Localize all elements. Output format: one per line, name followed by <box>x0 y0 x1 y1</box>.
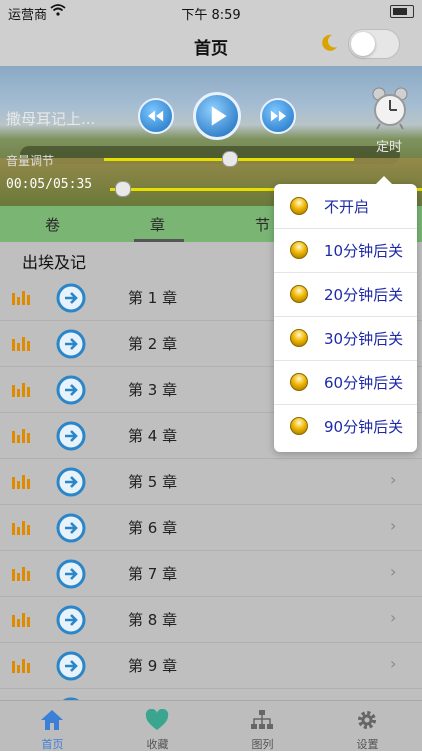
fast-forward-button[interactable] <box>260 98 296 134</box>
tab-chart[interactable]: 图列 <box>210 701 315 751</box>
chapter-label: 第 7 章 <box>128 565 178 583</box>
volume-slider-thumb[interactable] <box>222 151 238 167</box>
chapter-label: 第 9 章 <box>128 657 178 675</box>
timer-option-90min[interactable]: 90分钟后关 <box>274 404 417 448</box>
chevron-right-icon: › <box>390 562 397 581</box>
tab-chapter[interactable]: 章 <box>150 214 165 235</box>
timer-menu: 不开启 10分钟后关 20分钟后关 30分钟后关 60分钟后关 90分钟后关 <box>274 176 417 452</box>
alarm-clock-icon[interactable] <box>371 86 409 130</box>
audio-bars-icon <box>12 659 30 673</box>
timer-option-30min[interactable]: 30分钟后关 <box>274 316 417 361</box>
moon-icon <box>318 32 340 59</box>
audio-bars-icon <box>12 521 30 535</box>
home-icon <box>41 710 63 730</box>
chapter-label: 第 8 章 <box>128 611 178 629</box>
radio-dot-icon <box>290 285 308 303</box>
volume-label: 音量调节 <box>6 154 55 168</box>
audio-bars-icon <box>12 567 30 581</box>
arrow-right-circle-icon[interactable] <box>56 467 86 497</box>
timer-option-label: 90分钟后关 <box>324 418 404 436</box>
timer-option-60min[interactable]: 60分钟后关 <box>274 360 417 405</box>
chevron-right-icon: › <box>390 516 397 535</box>
list-item[interactable]: 第 6 章 › <box>0 504 422 551</box>
night-mode-toggle[interactable] <box>348 29 400 59</box>
list-item-partial[interactable] <box>0 688 422 700</box>
hierarchy-icon <box>251 710 273 729</box>
audio-bars-icon <box>12 613 30 627</box>
tab-volume[interactable]: 卷 <box>45 214 60 235</box>
radio-dot-icon <box>290 329 308 347</box>
tab-home[interactable]: 首页 <box>0 701 105 751</box>
chevron-right-icon: › <box>390 470 397 489</box>
timer-label[interactable]: 定时 <box>376 136 402 155</box>
tab-verse[interactable]: 节 <box>255 214 270 235</box>
arrow-right-circle-icon[interactable] <box>56 651 86 681</box>
arrow-right-circle-icon[interactable] <box>56 329 86 359</box>
chevron-right-icon: › <box>390 654 397 673</box>
book-title: 出埃及记 <box>22 253 87 272</box>
gear-icon <box>358 711 376 729</box>
arrow-right-circle-icon[interactable] <box>56 421 86 451</box>
timer-option-10min[interactable]: 10分钟后关 <box>274 228 417 273</box>
bottom-tab-bar: 首页 收藏 图列 设置 <box>0 700 422 751</box>
radio-dot-icon <box>290 373 308 391</box>
timer-option-label: 10分钟后关 <box>324 242 404 260</box>
chapter-label: 第 1 章 <box>128 289 178 307</box>
popover-arrow <box>376 176 392 184</box>
arrow-right-circle-icon[interactable] <box>56 283 86 313</box>
chevron-right-icon: › <box>390 608 397 627</box>
timer-option-label: 30分钟后关 <box>324 330 404 348</box>
heart-icon <box>145 709 169 730</box>
list-item[interactable]: 第 9 章 › <box>0 642 422 689</box>
timer-option-label: 20分钟后关 <box>324 286 404 304</box>
audio-bars-icon <box>12 291 30 305</box>
timer-option-20min[interactable]: 20分钟后关 <box>274 272 417 317</box>
timer-option-off[interactable]: 不开启 <box>274 184 417 229</box>
nav-bar: 首页 <box>0 24 422 66</box>
list-item[interactable]: 第 7 章 › <box>0 550 422 597</box>
audio-bars-icon <box>12 429 30 443</box>
timer-option-label: 不开启 <box>324 198 370 216</box>
track-title: 撒母耳记上... <box>6 110 96 128</box>
timer-option-label: 60分钟后关 <box>324 374 404 392</box>
audio-bars-icon <box>12 475 30 489</box>
toggle-knob <box>351 32 375 56</box>
list-item[interactable]: 第 8 章 › <box>0 596 422 643</box>
chapter-label: 第 2 章 <box>128 335 178 353</box>
progress-slider-thumb[interactable] <box>114 181 131 197</box>
chapter-label: 第 4 章 <box>128 427 178 445</box>
status-time: 下午 8:59 <box>181 8 241 23</box>
chapter-label: 第 5 章 <box>128 473 178 491</box>
arrow-right-circle-icon[interactable] <box>56 605 86 635</box>
tab-favorites[interactable]: 收藏 <box>105 701 210 751</box>
chapter-label: 第 6 章 <box>128 519 178 537</box>
tab-settings[interactable]: 设置 <box>315 701 420 751</box>
status-bar: 运营商 下午 8:59 <box>0 0 422 24</box>
playback-time: 00:05/05:35 <box>6 177 93 192</box>
audio-bars-icon <box>12 337 30 351</box>
audio-bars-icon <box>12 383 30 397</box>
play-button[interactable] <box>193 92 241 140</box>
battery-icon <box>390 5 414 18</box>
arrow-right-circle-icon[interactable] <box>56 513 86 543</box>
arrow-right-circle-icon[interactable] <box>56 375 86 405</box>
list-item[interactable]: 第 5 章 › <box>0 458 422 505</box>
rewind-button[interactable] <box>138 98 174 134</box>
chapter-label: 第 3 章 <box>128 381 178 399</box>
radio-dot-icon <box>290 197 308 215</box>
radio-dot-icon <box>290 241 308 259</box>
arrow-right-circle-icon[interactable] <box>56 559 86 589</box>
radio-dot-icon <box>290 417 308 435</box>
